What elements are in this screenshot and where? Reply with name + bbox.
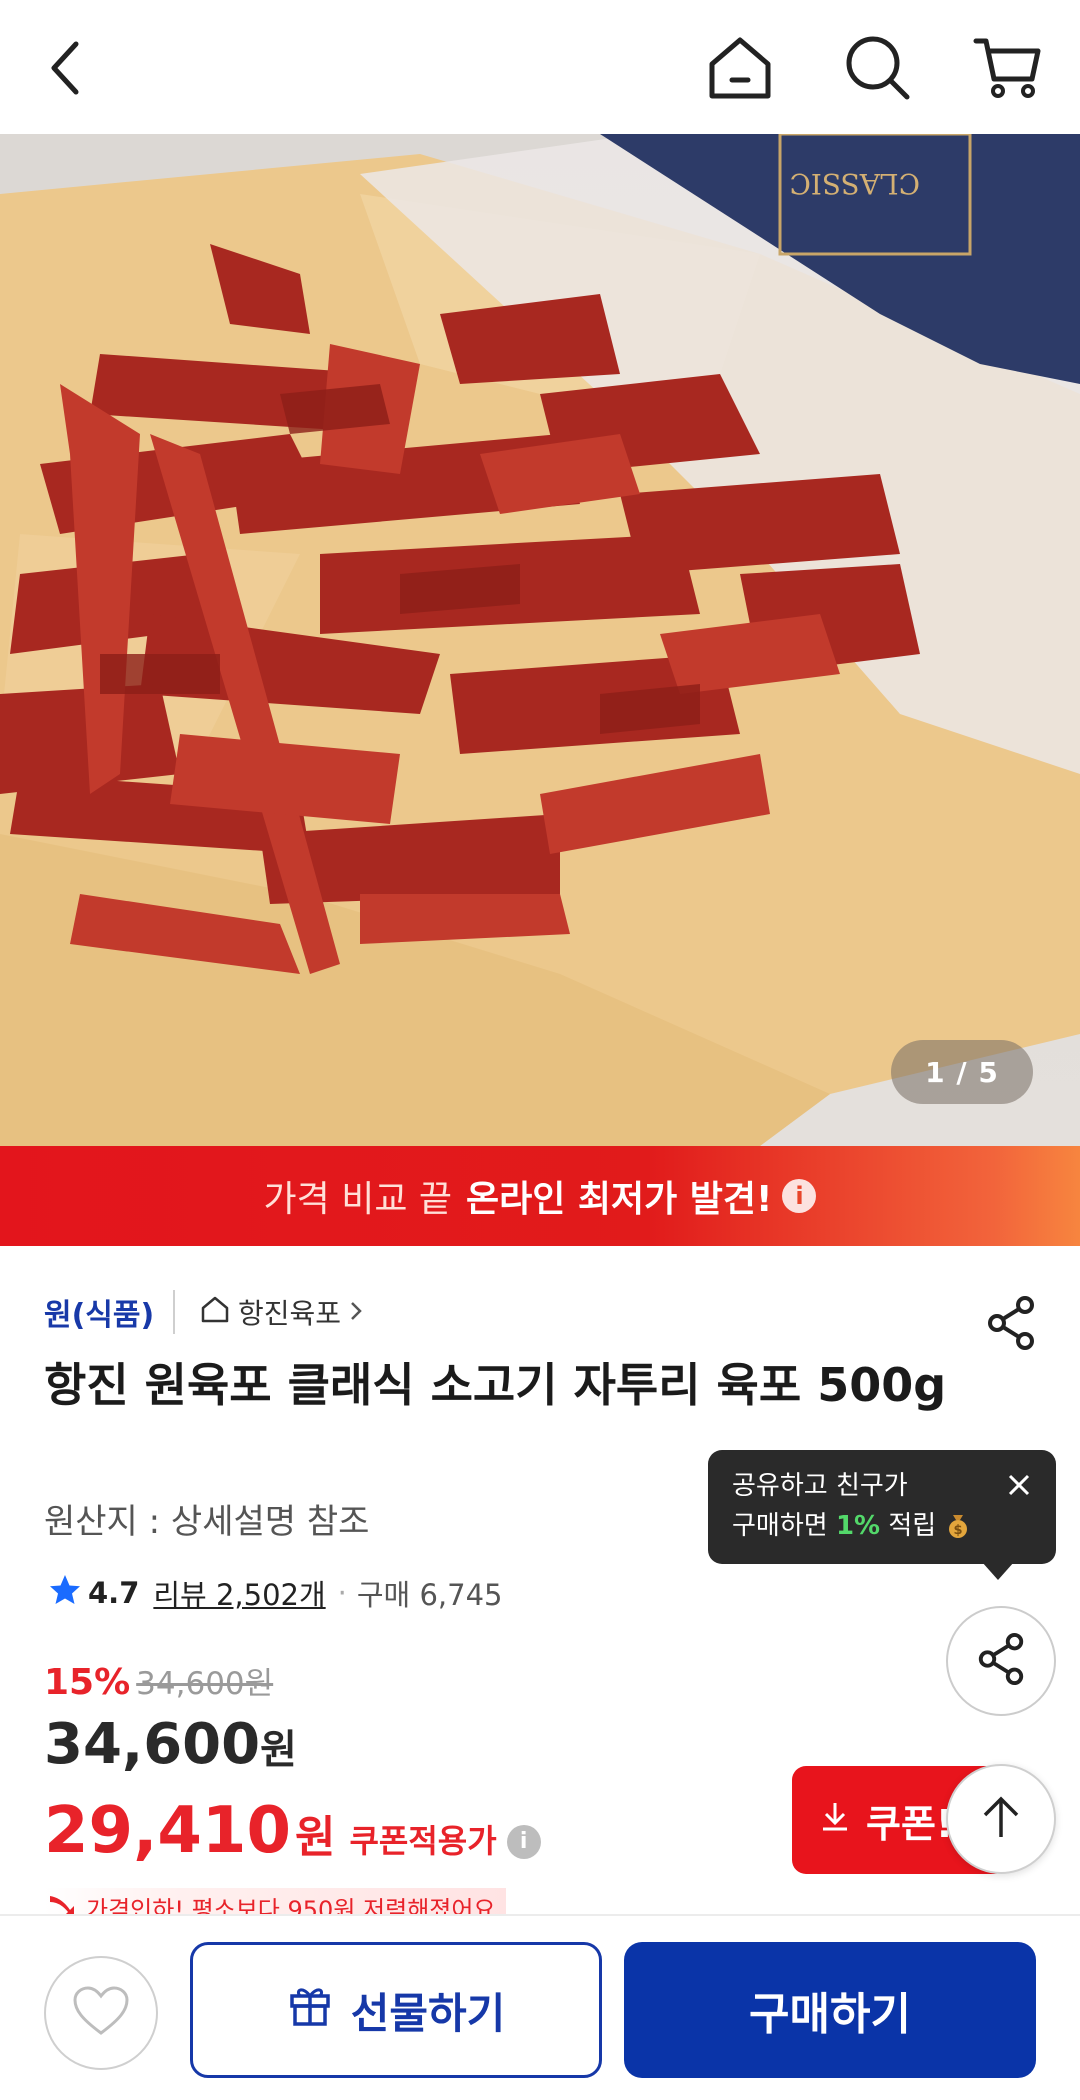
store-home-icon — [200, 1295, 230, 1330]
rating-row: 4.7 리뷰 2,502개 · 구매 6,745 — [48, 1572, 502, 1614]
store-link[interactable]: 항진육포 — [200, 1292, 363, 1332]
buy-button[interactable]: 구매하기 — [624, 1942, 1036, 2078]
tooltip-line-2: 구매하면 1% 적립 $ — [732, 1506, 1032, 1546]
arrow-up-icon — [977, 1793, 1025, 1845]
svg-text:CLASSIC: CLASSIC — [789, 167, 920, 200]
banner-light-text: 가격 비교 끝 — [263, 1179, 453, 1220]
heart-icon — [72, 1985, 130, 2041]
discount-row: 15% 34,600원 — [44, 1658, 273, 1703]
search-icon[interactable] — [840, 30, 916, 106]
share-icon[interactable] — [976, 1288, 1046, 1358]
sale-price: 34,600원 — [44, 1712, 297, 1777]
share-reward-button[interactable] — [946, 1606, 1056, 1716]
info-icon[interactable]: i — [782, 1179, 817, 1213]
info-icon[interactable]: i — [506, 1824, 541, 1859]
cart-icon[interactable] — [970, 30, 1046, 106]
gift-button[interactable]: 선물하기 — [190, 1942, 602, 2078]
home-icon[interactable] — [702, 30, 778, 106]
svg-text:$: $ — [954, 1523, 963, 1538]
buy-button-label: 구매하기 — [749, 1989, 911, 2040]
product-image[interactable]: CLASSIC — [0, 134, 1080, 1146]
reward-percent: 1% — [835, 1511, 881, 1541]
review-count-link[interactable]: 리뷰 2,502개 — [153, 1572, 325, 1614]
original-price: 34,600원 — [136, 1666, 274, 1702]
tooltip-arrow — [982, 1562, 1014, 1580]
coupon-price: 29,410 원 쿠폰적용가 i — [44, 1794, 541, 1868]
rating-separator: · — [337, 1576, 347, 1610]
store-name: 항진육포 — [238, 1297, 342, 1330]
discount-percent: 15% — [44, 1662, 131, 1703]
divider — [173, 1290, 175, 1334]
star-icon — [48, 1573, 82, 1614]
purchase-count: 구매 6,745 — [356, 1578, 503, 1612]
wishlist-button[interactable] — [44, 1956, 158, 2070]
gift-button-label: 선물하기 — [350, 1988, 506, 2038]
product-origin: 원산지 : 상세설명 참조 — [44, 1502, 370, 1542]
close-icon[interactable] — [1002, 1468, 1036, 1502]
download-icon — [818, 1798, 852, 1842]
lowest-price-banner[interactable]: 가격 비교 끝 온라인 최저가 발견! i — [0, 1146, 1080, 1246]
product-title: 항진 원육포 클래식 소고기 자투리 육포 500g — [44, 1358, 947, 1412]
seller-name[interactable]: 원(식품) — [44, 1290, 154, 1334]
scroll-to-top-button[interactable] — [946, 1764, 1056, 1874]
coupon-button-label: 쿠폰! — [866, 1801, 954, 1846]
back-icon[interactable] — [28, 30, 104, 106]
chevron-right-icon — [349, 1296, 363, 1329]
share-icon — [974, 1632, 1028, 1690]
tooltip-line-1: 공유하고 친구가 — [732, 1471, 908, 1501]
banner-bold-text: 온라인 최저가 발견! — [466, 1179, 773, 1220]
rating-score: 4.7 — [88, 1576, 140, 1610]
top-navigation-bar — [0, 0, 1080, 134]
share-reward-tooltip: 공유하고 친구가 구매하면 1% 적립 $ — [708, 1450, 1056, 1580]
money-bag-icon: $ — [944, 1511, 972, 1541]
coupon-price-label: 쿠폰적용가 — [349, 1822, 497, 1860]
image-counter: 1 / 5 — [891, 1040, 1033, 1104]
gift-icon — [287, 1982, 333, 2038]
